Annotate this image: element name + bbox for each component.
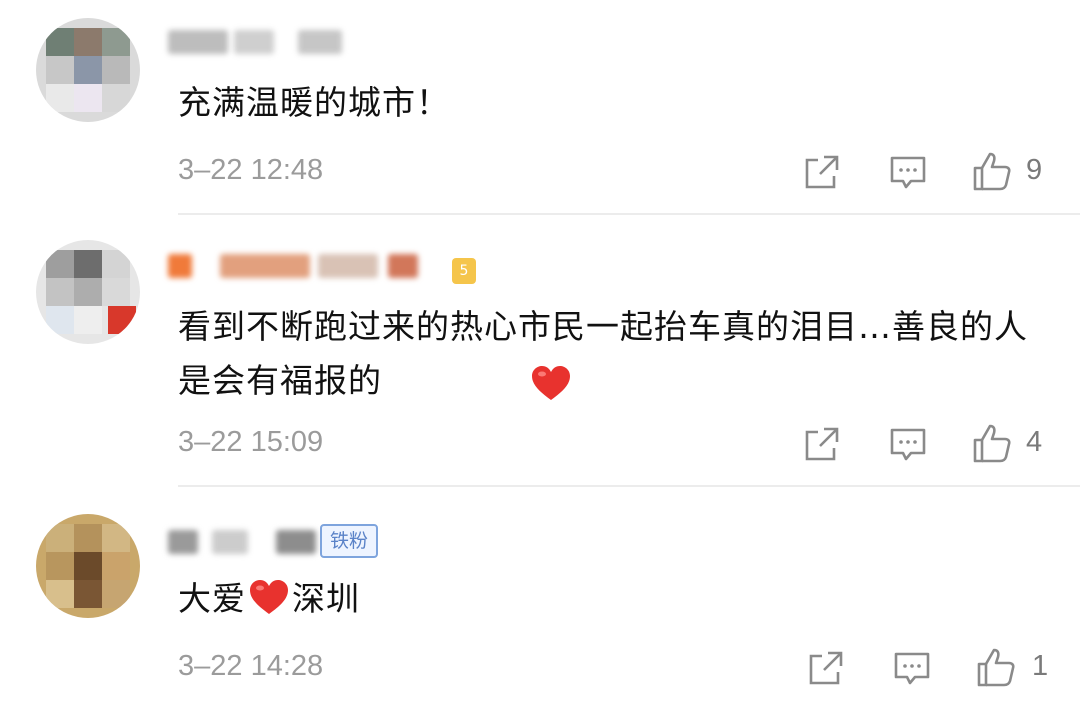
reply-button[interactable] — [892, 648, 932, 688]
share-icon — [809, 651, 843, 685]
reply-button[interactable] — [888, 424, 928, 464]
comment-icon — [890, 428, 926, 461]
username-redacted[interactable] — [168, 248, 478, 284]
heart-emoji-icon — [250, 580, 288, 614]
comment-icon — [894, 652, 930, 685]
heart-emoji-icon — [532, 366, 570, 400]
share-icon — [805, 155, 839, 189]
like-button[interactable] — [972, 150, 1012, 191]
comment-timestamp: 3–22 15:09 — [178, 426, 324, 458]
comment-text-part: 大爱 — [178, 579, 246, 618]
thumbs-up-icon — [977, 648, 1015, 687]
comment-timestamp: 3–22 14:28 — [178, 650, 324, 682]
share-button[interactable] — [806, 648, 846, 688]
username-redacted[interactable] — [168, 524, 328, 560]
comment-text-part: 深圳 — [292, 579, 360, 618]
thumbs-up-icon — [973, 152, 1011, 191]
comment-text: 充满温暖的城市！ — [178, 83, 450, 122]
like-count: 4 — [1026, 426, 1043, 458]
like-count: 9 — [1026, 154, 1043, 186]
comment-icon — [890, 156, 926, 189]
comment-text: 看到不断跑过来的热心市民一起抬车真的泪目…善良的人是会有福报的 — [178, 307, 1028, 400]
comment-timestamp: 3–22 12:48 — [178, 154, 324, 186]
fan-badge: 铁粉 — [320, 524, 379, 558]
divider — [178, 485, 1080, 487]
like-count: 1 — [1032, 650, 1049, 682]
comment-item: 充满温暖的城市！ 3–22 12:48 9 — [0, 0, 1080, 216]
like-button[interactable] — [976, 646, 1016, 687]
like-button[interactable] — [972, 422, 1012, 463]
username-redacted[interactable] — [168, 24, 388, 60]
share-icon — [805, 427, 839, 461]
thumbs-up-icon — [973, 424, 1011, 463]
avatar[interactable] — [36, 240, 140, 344]
comment-text: 大爱 深圳 — [178, 572, 1030, 626]
share-button[interactable] — [802, 424, 842, 464]
comment-item: 铁粉 大爱 深圳 3–22 14:28 1 — [0, 488, 1080, 726]
divider — [178, 213, 1080, 215]
avatar[interactable] — [36, 514, 140, 618]
avatar[interactable] — [36, 18, 140, 122]
comment-item: 5 看到不断跑过来的热心市民一起抬车真的泪目…善良的人是会有福报的 3–22 1… — [0, 216, 1080, 488]
share-button[interactable] — [802, 152, 842, 192]
vip-level-icon: 5 — [452, 258, 476, 284]
reply-button[interactable] — [888, 152, 928, 192]
